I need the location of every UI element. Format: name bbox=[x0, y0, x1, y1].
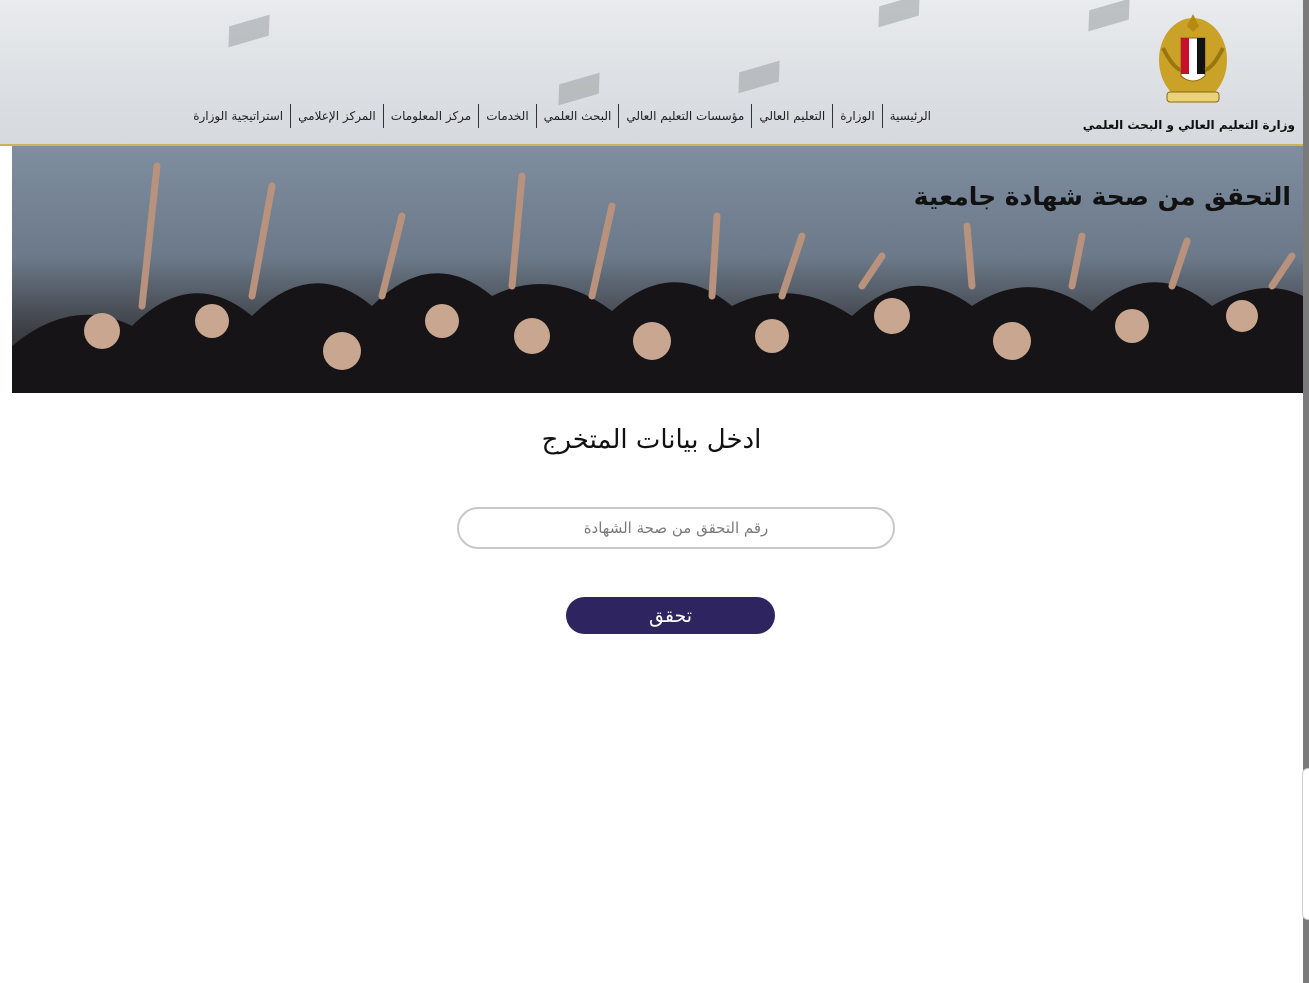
graduation-cap-decoration bbox=[558, 72, 600, 106]
graduation-cap-decoration bbox=[228, 14, 270, 48]
egypt-eagle-icon bbox=[1159, 14, 1227, 103]
nav-item-information-center[interactable]: مركز المعلومات bbox=[384, 109, 478, 123]
page-title: التحقق من صحة شهادة جامعية bbox=[913, 182, 1291, 211]
form-title: ادخل بيانات المتخرج bbox=[541, 425, 762, 455]
nav-item-media-center[interactable]: المركز الإعلامي bbox=[291, 109, 383, 123]
nav-item-services[interactable]: الخدمات bbox=[479, 109, 535, 123]
nav-divider bbox=[881, 104, 883, 128]
graduation-cap-decoration bbox=[1088, 0, 1130, 32]
nav-item-home[interactable]: الرئيسية bbox=[883, 109, 938, 123]
nav-divider bbox=[382, 104, 384, 128]
nav-item-strategy[interactable]: استراتيجية الوزارة bbox=[186, 109, 290, 123]
nav-divider bbox=[751, 104, 753, 128]
ministry-name: وزارة التعليم العالي و البحث العلمي bbox=[1082, 118, 1295, 132]
graduation-cap-decoration bbox=[878, 0, 920, 28]
nav-divider bbox=[832, 104, 834, 128]
nav-divider bbox=[618, 104, 620, 128]
nav-divider bbox=[290, 104, 292, 128]
ministry-logo[interactable] bbox=[1153, 8, 1233, 112]
nav-item-higher-education[interactable]: التعليم العالي bbox=[752, 109, 832, 123]
hero-banner: التحقق من صحة شهادة جامعية bbox=[12, 146, 1303, 393]
nav-divider bbox=[535, 104, 537, 128]
side-widget-tab[interactable] bbox=[1302, 768, 1309, 920]
main-nav: الرئيسية الوزارة التعليم العالي مؤسسات ا… bbox=[186, 104, 938, 128]
certificate-number-input[interactable] bbox=[457, 507, 895, 549]
nav-item-ministry[interactable]: الوزارة bbox=[833, 109, 881, 123]
site-header: وزارة التعليم العالي و البحث العلمي الرئ… bbox=[0, 0, 1303, 146]
verify-button[interactable]: تحقق bbox=[566, 597, 775, 634]
nav-item-institutions[interactable]: مؤسسات التعليم العالي bbox=[619, 109, 751, 123]
nav-divider bbox=[478, 104, 480, 128]
graduation-cap-decoration bbox=[738, 60, 780, 94]
nav-item-scientific-research[interactable]: البحث العلمي bbox=[537, 109, 619, 123]
